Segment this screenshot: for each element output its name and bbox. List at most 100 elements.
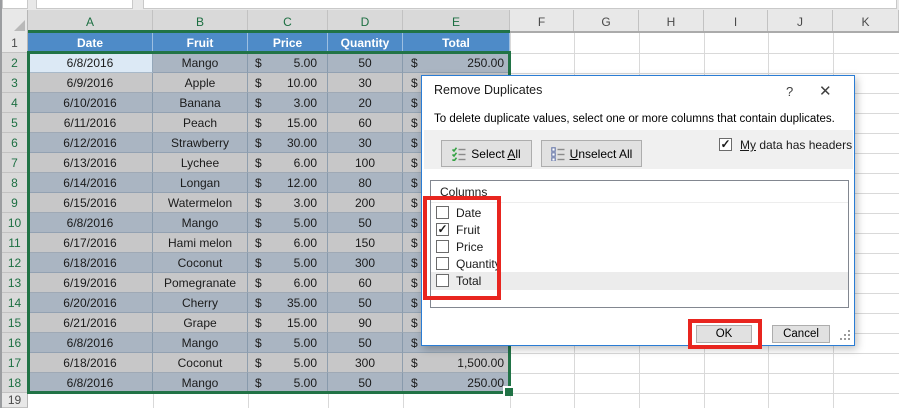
cell-C14[interactable]: $35.00 bbox=[248, 293, 328, 313]
cell-B9[interactable]: Watermelon bbox=[153, 193, 248, 213]
cell-D7[interactable]: 100 bbox=[328, 153, 403, 173]
cell-D10[interactable]: 50 bbox=[328, 213, 403, 233]
row-header-3[interactable]: 3 bbox=[2, 73, 28, 93]
row-header-13[interactable]: 13 bbox=[2, 273, 28, 293]
cell-D16[interactable]: 50 bbox=[328, 333, 403, 353]
cell-B13[interactable]: Pomegranate bbox=[153, 273, 248, 293]
unselect-all-button[interactable]: Unselect All bbox=[541, 140, 642, 167]
fill-handle[interactable] bbox=[503, 386, 513, 396]
cell-B16[interactable]: Mango bbox=[153, 333, 248, 353]
cell-D11[interactable]: 150 bbox=[328, 233, 403, 253]
cell-B6[interactable]: Strawberry bbox=[153, 133, 248, 153]
column-header-I[interactable]: I bbox=[704, 10, 768, 33]
cell-C5[interactable]: $15.00 bbox=[248, 113, 328, 133]
cell-A11[interactable]: 6/17/2016 bbox=[28, 233, 153, 253]
row-header-11[interactable]: 11 bbox=[2, 233, 28, 253]
cell-A15[interactable]: 6/21/2016 bbox=[28, 313, 153, 333]
cell-C9[interactable]: $3.00 bbox=[248, 193, 328, 213]
cell-D17[interactable]: 300 bbox=[328, 353, 403, 373]
cell-B5[interactable]: Peach bbox=[153, 113, 248, 133]
cell-C16[interactable]: $5.00 bbox=[248, 333, 328, 353]
cell-D13[interactable]: 60 bbox=[328, 273, 403, 293]
close-icon[interactable]: ✕ bbox=[819, 82, 832, 100]
cell-A17[interactable]: 6/18/2016 bbox=[28, 353, 153, 373]
cell-B7[interactable]: Lychee bbox=[153, 153, 248, 173]
cell-C17[interactable]: $5.00 bbox=[248, 353, 328, 373]
cell-C11[interactable]: $6.00 bbox=[248, 233, 328, 253]
row-header-16[interactable]: 16 bbox=[2, 333, 28, 353]
cell-A12[interactable]: 6/18/2016 bbox=[28, 253, 153, 273]
cell-C10[interactable]: $5.00 bbox=[248, 213, 328, 233]
cell-C7[interactable]: $6.00 bbox=[248, 153, 328, 173]
header-cell-date[interactable]: Date bbox=[28, 33, 153, 53]
cell-B11[interactable]: Hami melon bbox=[153, 233, 248, 253]
cell-C3[interactable]: $10.00 bbox=[248, 73, 328, 93]
cell-D5[interactable]: 60 bbox=[328, 113, 403, 133]
my-data-has-headers-checkbox[interactable]: ✓ bbox=[719, 138, 732, 151]
cell-E18[interactable]: $250.00 bbox=[403, 373, 510, 393]
cell-A13[interactable]: 6/19/2016 bbox=[28, 273, 153, 293]
select-all-corner[interactable] bbox=[2, 10, 28, 33]
cell-C12[interactable]: $5.00 bbox=[248, 253, 328, 273]
row-header-17[interactable]: 17 bbox=[2, 353, 28, 373]
row-header-8[interactable]: 8 bbox=[2, 173, 28, 193]
cell-D8[interactable]: 80 bbox=[328, 173, 403, 193]
cell-E17[interactable]: $1,500.00 bbox=[403, 353, 510, 373]
cell-B8[interactable]: Longan bbox=[153, 173, 248, 193]
cell-C8[interactable]: $12.00 bbox=[248, 173, 328, 193]
row-header-1[interactable]: 1 bbox=[2, 33, 28, 53]
cell-C15[interactable]: $15.00 bbox=[248, 313, 328, 333]
row-header-2[interactable]: 2 bbox=[2, 53, 28, 73]
cell-A2[interactable]: 6/8/2016 bbox=[28, 53, 153, 73]
row-header-5[interactable]: 5 bbox=[2, 113, 28, 133]
select-all-button[interactable]: Select All bbox=[441, 140, 532, 167]
cell-B14[interactable]: Cherry bbox=[153, 293, 248, 313]
cell-D12[interactable]: 300 bbox=[328, 253, 403, 273]
cell-B2[interactable]: Mango bbox=[153, 53, 248, 73]
cell-A5[interactable]: 6/11/2016 bbox=[28, 113, 153, 133]
cell-A8[interactable]: 6/14/2016 bbox=[28, 173, 153, 193]
row-header-6[interactable]: 6 bbox=[2, 133, 28, 153]
name-box[interactable] bbox=[2, 0, 28, 9]
cell-B3[interactable]: Apple bbox=[153, 73, 248, 93]
column-header-F[interactable]: F bbox=[510, 10, 574, 33]
cell-B12[interactable]: Coconut bbox=[153, 253, 248, 273]
cell-A18[interactable]: 6/8/2016 bbox=[28, 373, 153, 393]
cell-A6[interactable]: 6/12/2016 bbox=[28, 133, 153, 153]
cell-D3[interactable]: 30 bbox=[328, 73, 403, 93]
cell-D9[interactable]: 200 bbox=[328, 193, 403, 213]
fx-box[interactable] bbox=[36, 0, 133, 9]
column-header-J[interactable]: J bbox=[768, 10, 833, 33]
column-header-G[interactable]: G bbox=[574, 10, 639, 33]
cell-A7[interactable]: 6/13/2016 bbox=[28, 153, 153, 173]
cell-B18[interactable]: Mango bbox=[153, 373, 248, 393]
row-header-15[interactable]: 15 bbox=[2, 313, 28, 333]
cell-C18[interactable]: $5.00 bbox=[248, 373, 328, 393]
header-cell-quantity[interactable]: Quantity bbox=[328, 33, 403, 53]
header-cell-fruit[interactable]: Fruit bbox=[153, 33, 248, 53]
cell-D2[interactable]: 50 bbox=[328, 53, 403, 73]
cell-D4[interactable]: 20 bbox=[328, 93, 403, 113]
cell-D14[interactable]: 50 bbox=[328, 293, 403, 313]
cell-D15[interactable]: 90 bbox=[328, 313, 403, 333]
row-header-4[interactable]: 4 bbox=[2, 93, 28, 113]
cell-D6[interactable]: 30 bbox=[328, 133, 403, 153]
header-cell-total[interactable]: Total bbox=[403, 33, 510, 53]
column-header-H[interactable]: H bbox=[639, 10, 704, 33]
row-header-18[interactable]: 18 bbox=[2, 373, 28, 393]
row-header-12[interactable]: 12 bbox=[2, 253, 28, 273]
cell-B10[interactable]: Mango bbox=[153, 213, 248, 233]
header-cell-price[interactable]: Price bbox=[248, 33, 328, 53]
cell-A3[interactable]: 6/9/2016 bbox=[28, 73, 153, 93]
row-header-9[interactable]: 9 bbox=[2, 193, 28, 213]
cell-A16[interactable]: 6/8/2016 bbox=[28, 333, 153, 353]
cell-B17[interactable]: Coconut bbox=[153, 353, 248, 373]
help-icon[interactable]: ? bbox=[786, 84, 793, 99]
cell-D18[interactable]: 50 bbox=[328, 373, 403, 393]
formula-input[interactable] bbox=[143, 0, 897, 9]
cell-A10[interactable]: 6/8/2016 bbox=[28, 213, 153, 233]
cell-C4[interactable]: $3.00 bbox=[248, 93, 328, 113]
cell-C13[interactable]: $6.00 bbox=[248, 273, 328, 293]
row-header-14[interactable]: 14 bbox=[2, 293, 28, 313]
row-header-19[interactable]: 19 bbox=[2, 393, 28, 408]
